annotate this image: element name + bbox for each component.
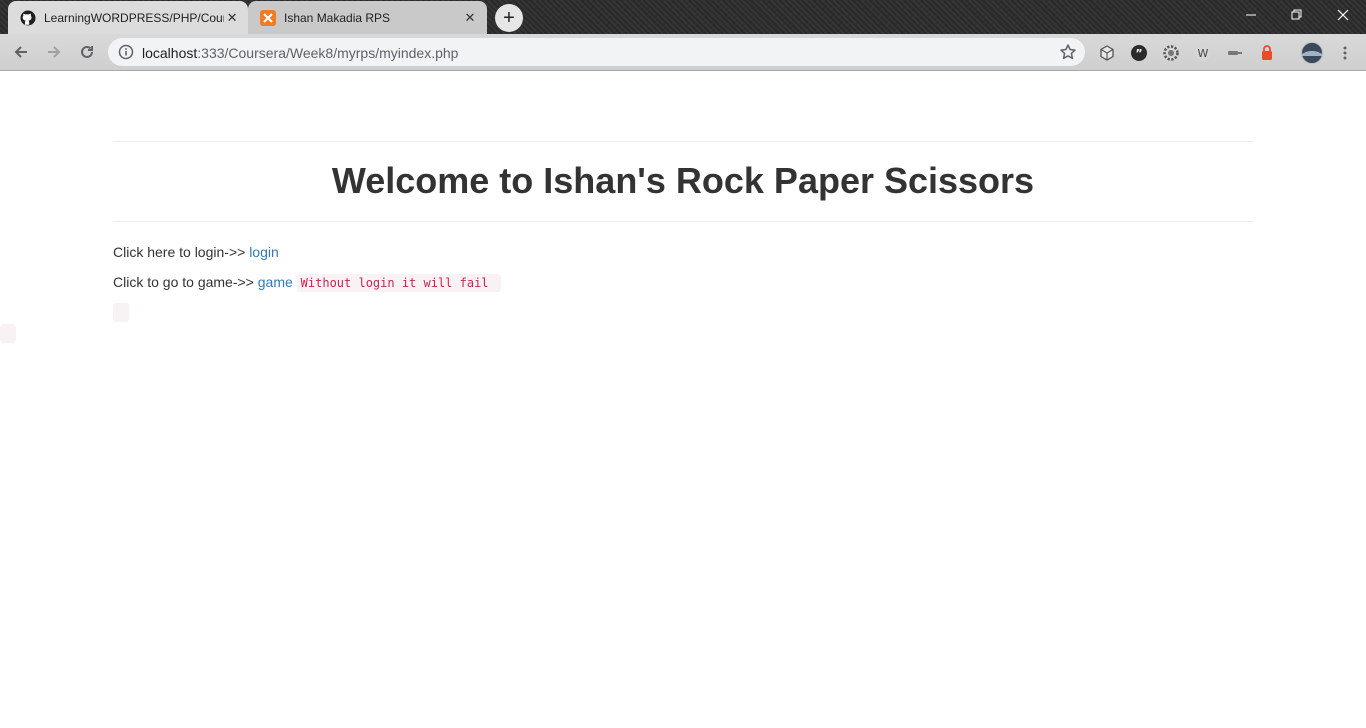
page-title: Welcome to Ishan's Rock Paper Scissors — [331, 160, 1035, 201]
login-line: Click here to login->> login — [113, 242, 279, 262]
cube-extension-icon[interactable] — [1097, 43, 1117, 63]
browser-toolbar: localhost:333/Coursera/Week8/myrps/myind… — [0, 34, 1366, 71]
svg-text:W: W — [1198, 47, 1209, 60]
divider — [113, 221, 1253, 222]
page-content: Welcome to Ishan's Rock Paper Scissors C… — [0, 71, 1366, 728]
close-window-icon[interactable] — [1320, 0, 1366, 30]
tab-rps[interactable]: Ishan Makadia RPS ✕ — [248, 1, 487, 34]
login-link[interactable]: login — [249, 244, 279, 260]
close-icon[interactable]: ✕ — [224, 9, 240, 27]
tab-strip: LearningWORDPRESS/PHP/Coursera ✕ Ishan M… — [0, 0, 1366, 34]
empty-code-block — [0, 324, 16, 343]
url-text: localhost:333/Coursera/Week8/myrps/myind… — [142, 45, 458, 61]
empty-code-block — [113, 303, 129, 322]
xampp-icon — [260, 9, 276, 26]
github-icon — [20, 10, 36, 26]
tab-title: LearningWORDPRESS/PHP/Coursera — [44, 10, 225, 25]
gear-extension-icon[interactable] — [1161, 43, 1181, 63]
key-extension-icon[interactable] — [1225, 43, 1245, 63]
tab-github[interactable]: LearningWORDPRESS/PHP/Coursera ✕ — [8, 1, 248, 34]
info-icon[interactable] — [118, 44, 134, 60]
menu-dots-icon[interactable] — [1335, 43, 1355, 63]
game-prefix: Click to go to game->> — [113, 274, 258, 290]
game-link[interactable]: game — [258, 274, 293, 290]
svg-text:”: ” — [1135, 47, 1142, 60]
w-extension-icon[interactable]: W — [1193, 43, 1213, 63]
lock-extension-icon[interactable] — [1257, 43, 1277, 63]
bookmark-star-icon[interactable] — [1059, 43, 1077, 61]
new-tab-button[interactable]: + — [495, 4, 523, 32]
restore-icon[interactable] — [1274, 0, 1320, 30]
avatar[interactable] — [1300, 41, 1324, 65]
address-bar[interactable]: localhost:333/Coursera/Week8/myrps/myind… — [108, 38, 1085, 66]
tab-title: Ishan Makadia RPS — [284, 10, 391, 25]
reload-icon[interactable] — [75, 40, 99, 64]
back-icon[interactable] — [9, 40, 33, 64]
login-prefix: Click here to login->> — [113, 244, 250, 260]
login-warning-code: Without login it will fail — [296, 274, 501, 292]
quote-extension-icon[interactable]: ” — [1129, 43, 1149, 63]
game-line: Click to go to game->> game Without logi… — [113, 272, 501, 293]
forward-icon[interactable] — [42, 40, 66, 64]
close-icon[interactable]: ✕ — [461, 9, 479, 27]
divider — [113, 141, 1253, 142]
url-host: localhost — [142, 45, 198, 61]
url-path: :333/Coursera/Week8/myrps/myindex.php — [197, 45, 459, 61]
minimize-icon[interactable] — [1228, 0, 1274, 30]
